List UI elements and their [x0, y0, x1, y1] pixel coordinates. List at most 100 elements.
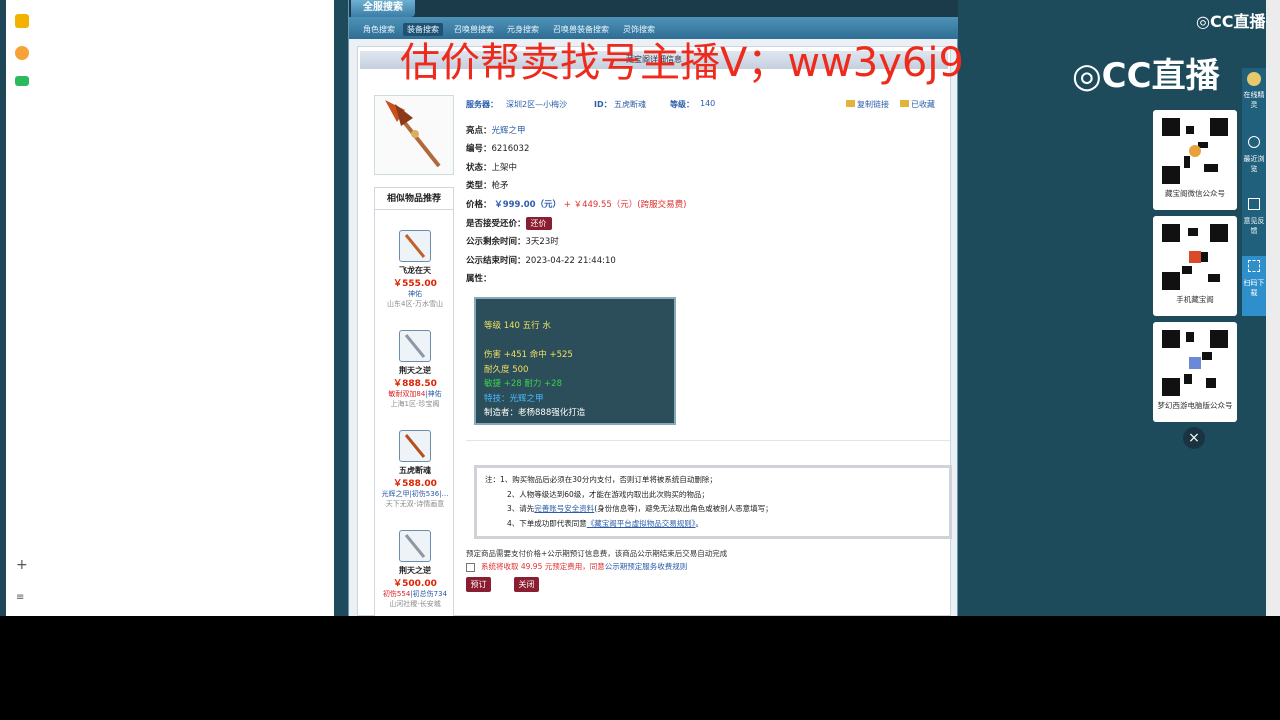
scan-icon	[1248, 260, 1260, 272]
similar-item-server: 山河社稷-长安城	[389, 600, 441, 608]
similar-item-price: ￥500.00	[393, 579, 437, 589]
status-field: 状态：上架中	[466, 163, 518, 173]
similar-item-price: ￥555.00	[393, 279, 437, 289]
type-field: 类型：枪矛	[466, 181, 509, 191]
order-note: 预定商品需要支付价格+公示期预订信息费，该商品公示期结束后交易自动完成	[466, 549, 728, 558]
attr-line: 等级 140 五行 水	[484, 321, 551, 331]
attr-line: 制造者：老杨888强化打造	[484, 408, 586, 418]
weapon-icon	[399, 530, 431, 562]
remaining-time-field: 公示剩余时间：3天23时	[466, 237, 559, 247]
favorite-button[interactable]: 已收藏	[900, 99, 935, 110]
qr-card-pc[interactable]: 梦幻西游电脑版公众号	[1153, 322, 1237, 422]
similar-item-tag: 初伤554|初总伤734	[382, 590, 448, 598]
cc-logo-icon: ◎	[1196, 12, 1210, 31]
clock-icon	[1248, 136, 1260, 148]
menu-role-search[interactable]: 角色搜索	[359, 23, 399, 36]
right-rail: 在线精灵 最近浏览 意见反馈 扫码下载	[1242, 68, 1266, 316]
page-background	[38, 0, 334, 616]
attributes-label: 属性：	[466, 274, 492, 284]
qr-label: 藏宝阁微信公众号	[1165, 189, 1225, 198]
item-image	[374, 95, 454, 175]
qr-code-icon	[1160, 222, 1230, 292]
counter-offer-field: 是否接受还价： 还价	[466, 217, 552, 230]
divider	[466, 440, 950, 441]
rail-recent-browse[interactable]: 最近浏览	[1242, 132, 1266, 192]
account-security-link[interactable]: 完善账号安全资料	[534, 504, 594, 513]
rail-online-spirit[interactable]: 在线精灵	[1242, 68, 1266, 128]
weapon-icon	[399, 230, 431, 262]
vertical-scrollbar[interactable]	[1266, 0, 1280, 616]
similar-item-price: ￥588.00	[393, 479, 437, 489]
similar-item[interactable]: 五虎断魂 ￥588.00 光辉之甲|初伤536|… 天下无双-诗情画意	[375, 430, 455, 509]
id-value: 五虎断魂	[614, 100, 646, 109]
weapon-icon	[399, 330, 431, 362]
attributes-box: 等级 140 五行 水 伤害 +451 命中 +525 耐久度 500 敏捷 +…	[474, 297, 676, 425]
end-time-field: 公示结束时间：2023-04-22 21:44:10	[466, 256, 616, 266]
attr-line: 敏捷 +28 耐力 +28	[484, 379, 562, 389]
edit-icon	[1248, 198, 1260, 210]
similar-item-tag: 神佑	[408, 290, 422, 298]
similar-item[interactable]: 飞龙在天 ￥555.00 神佑 山东4区-万水雪山	[375, 230, 455, 309]
level-value: 140	[700, 99, 716, 108]
green-app-icon[interactable]	[15, 76, 29, 86]
qr-label: 手机藏宝阁	[1176, 295, 1214, 304]
browser-sidebar: + ≡	[6, 0, 38, 616]
star-icon[interactable]	[15, 14, 29, 28]
streamer-watermark: 估价帮卖找号主播V；ww3y6j9	[400, 40, 964, 86]
fee-rules-link[interactable]: 公示期预定服务收费规则	[605, 562, 688, 571]
similar-item-tag: 光辉之甲|初伤536|…	[381, 490, 449, 498]
similar-item-name: 荆天之逆	[399, 566, 431, 575]
similar-item-price: ￥888.50	[393, 379, 437, 389]
similar-items-title: 相似物品推荐	[375, 188, 453, 210]
similar-item-server: 天下无双-诗情画意	[385, 500, 445, 508]
similar-item[interactable]: 荆天之逆 ￥888.50 敏耐双加84|神佑 上海1区-珍宝阁	[375, 330, 455, 409]
close-qr-panel-button[interactable]: ×	[1183, 427, 1205, 449]
screen: + ≡ 全服搜索 角色搜索 装备搜索 召唤兽搜索 元身搜索 召唤兽装备搜索 灵饰…	[0, 0, 1280, 616]
qr-code-icon	[1160, 116, 1230, 186]
similar-item[interactable]: 荆天之逆 ￥500.00 初伤554|初总伤734 山河社稷-长安城	[375, 530, 455, 609]
detail-panel: 藏宝阁详细信息 相似物品推荐 飞龙在天 ￥555.00 神佑 山东4区-万水雪山	[357, 46, 952, 616]
title-tab[interactable]: 全服搜索	[351, 0, 415, 17]
trade-rules-link[interactable]: 《藏宝阁平台虚拟物品交易规则》	[587, 519, 696, 528]
reserve-button[interactable]: 预订	[466, 577, 491, 592]
counter-offer-button[interactable]: 还价	[525, 217, 552, 230]
cc-live-logo-small: ◎CC直播	[1196, 12, 1266, 31]
similar-item-name: 五虎断魂	[399, 466, 431, 475]
rail-feedback[interactable]: 意见反馈	[1242, 194, 1266, 254]
qr-card-wechat[interactable]: 藏宝阁微信公众号	[1153, 110, 1237, 210]
qr-label: 梦幻西游电脑版公众号	[1157, 401, 1233, 410]
similar-item-tag: 敏耐双加84|神佑	[388, 390, 442, 398]
highlight-field: 亮点：光辉之甲	[466, 126, 526, 136]
weibo-icon[interactable]	[15, 46, 29, 60]
number-field: 编号：6216032	[466, 144, 530, 154]
cc-logo-icon: ◎	[1072, 56, 1102, 96]
game-top-strip	[349, 0, 959, 17]
similar-items-panel: 相似物品推荐 飞龙在天 ￥555.00 神佑 山东4区-万水雪山 荆天之逆 ￥8…	[374, 187, 454, 616]
cc-live-logo: ◎CC直播	[1072, 56, 1220, 96]
qr-card-mobile[interactable]: 手机藏宝阁	[1153, 216, 1237, 316]
similar-item-server: 上海1区-珍宝阁	[390, 400, 440, 408]
menu-icon[interactable]: ≡	[16, 592, 24, 603]
attr-line: 特技：光辉之甲	[484, 393, 544, 404]
server-value: 深圳2区—小梅沙	[506, 100, 568, 109]
price-field: 价格： ￥999.00（元） + ￥449.55（元）(跨服交易费)	[466, 200, 687, 210]
close-button[interactable]: 关闭	[514, 577, 539, 592]
agree-checkbox[interactable]	[466, 562, 475, 572]
agree-row: 系统将收取 49.95 元预定费用，同意公示期预定服务收费规则	[466, 561, 687, 572]
similar-item-name: 荆天之逆	[399, 366, 431, 375]
qr-code-icon	[1160, 328, 1230, 398]
attr-line: 伤害 +451 命中 +525	[484, 350, 573, 360]
similar-item-name: 飞龙在天	[399, 266, 431, 275]
purchase-notice: 注：1、购买物品后必须在30分内支付，否则订单将被系统自动删除； 2、人物等级达…	[474, 465, 952, 539]
folder-icon	[846, 100, 855, 107]
game-window: 全服搜索 角色搜索 装备搜索 召唤兽搜索 元身搜索 召唤兽装备搜索 灵饰搜索 藏…	[348, 0, 959, 616]
attr-line: 耐久度 500	[484, 364, 529, 375]
copy-link-button[interactable]: 复制链接	[846, 99, 889, 110]
stream-background-left	[334, 0, 348, 616]
rail-scan-download[interactable]: 扫码下载	[1242, 256, 1266, 316]
weapon-icon	[399, 430, 431, 462]
item-info-line: 服务器： 深圳2区—小梅沙 ID： 五虎断魂 等级： 140 复制链接 已收藏	[466, 99, 935, 110]
plus-icon[interactable]: +	[16, 557, 28, 573]
avatar-icon	[1247, 72, 1261, 86]
folder-icon	[900, 100, 909, 107]
